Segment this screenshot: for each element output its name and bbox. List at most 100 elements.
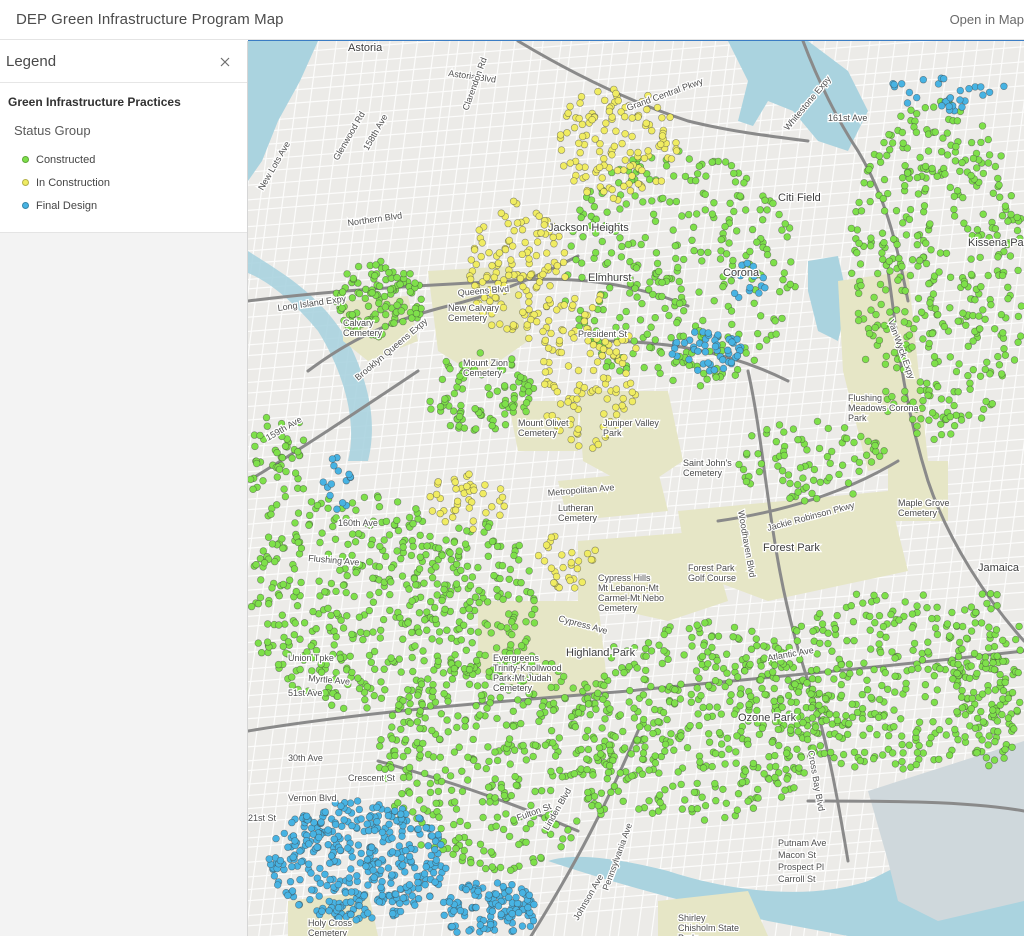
gi-point[interactable] (651, 759, 660, 767)
gi-point[interactable] (730, 710, 739, 718)
gi-point[interactable] (795, 764, 803, 772)
gi-point[interactable] (697, 691, 705, 700)
gi-point[interactable] (693, 210, 701, 218)
gi-point[interactable] (924, 391, 932, 399)
gi-point[interactable] (509, 403, 517, 411)
gi-point[interactable] (959, 193, 967, 202)
gi-point[interactable] (717, 236, 725, 244)
gi-point[interactable] (375, 898, 384, 906)
gi-point[interactable] (921, 680, 930, 689)
gi-point[interactable] (540, 557, 549, 565)
gi-point[interactable] (248, 475, 255, 484)
gi-point[interactable] (963, 225, 972, 233)
gi-point[interactable] (464, 776, 472, 784)
gi-point[interactable] (821, 694, 830, 703)
gi-point[interactable] (279, 580, 287, 589)
gi-point[interactable] (950, 192, 958, 201)
gi-point[interactable] (318, 907, 326, 915)
gi-point[interactable] (511, 772, 519, 781)
gi-point[interactable] (577, 92, 586, 101)
gi-point[interactable] (280, 485, 288, 493)
gi-point[interactable] (484, 383, 492, 392)
gi-point[interactable] (625, 662, 633, 671)
gi-point[interactable] (316, 864, 324, 873)
gi-point[interactable] (955, 638, 964, 647)
gi-point[interactable] (441, 518, 450, 526)
gi-point[interactable] (612, 403, 620, 411)
gi-point[interactable] (442, 357, 450, 366)
gi-point[interactable] (417, 841, 425, 849)
gi-point[interactable] (778, 467, 787, 475)
gi-point[interactable] (984, 159, 993, 167)
gi-point[interactable] (426, 532, 434, 541)
gi-point[interactable] (616, 367, 624, 375)
gi-point[interactable] (642, 119, 650, 127)
gi-point[interactable] (438, 375, 447, 384)
gi-point[interactable] (755, 468, 764, 476)
gi-point[interactable] (407, 824, 415, 833)
gi-point[interactable] (652, 249, 661, 257)
gi-point[interactable] (828, 647, 836, 655)
gi-point[interactable] (621, 156, 629, 164)
gi-point[interactable] (363, 855, 372, 864)
gi-point[interactable] (324, 504, 332, 512)
gi-point[interactable] (372, 261, 380, 269)
gi-point[interactable] (355, 289, 364, 298)
gi-point[interactable] (496, 863, 505, 872)
gi-point[interactable] (727, 161, 736, 170)
gi-point[interactable] (688, 642, 696, 650)
gi-point[interactable] (385, 531, 394, 539)
gi-point[interactable] (998, 271, 1007, 280)
gi-point[interactable] (809, 627, 817, 635)
gi-point[interactable] (667, 334, 675, 342)
gi-point[interactable] (455, 834, 463, 842)
gi-point[interactable] (969, 337, 977, 345)
gi-point[interactable] (368, 289, 376, 297)
gi-point[interactable] (483, 704, 491, 712)
gi-point[interactable] (249, 485, 257, 493)
gi-point[interactable] (784, 691, 793, 700)
gi-point[interactable] (694, 366, 702, 374)
gi-point[interactable] (945, 396, 953, 404)
gi-point[interactable] (718, 750, 726, 759)
gi-point[interactable] (547, 564, 556, 572)
gi-point[interactable] (606, 705, 614, 713)
gi-point[interactable] (533, 318, 541, 326)
gi-point[interactable] (512, 781, 520, 789)
gi-point[interactable] (778, 226, 786, 234)
gi-point[interactable] (688, 236, 696, 245)
gi-point[interactable] (563, 129, 571, 137)
gi-point[interactable] (502, 721, 511, 729)
gi-point[interactable] (642, 666, 650, 675)
gi-point[interactable] (427, 405, 435, 413)
gi-point[interactable] (742, 349, 750, 357)
gi-point[interactable] (431, 845, 439, 854)
gi-point[interactable] (564, 109, 572, 117)
gi-point[interactable] (879, 622, 888, 631)
gi-point[interactable] (628, 114, 636, 122)
gi-point[interactable] (476, 711, 484, 719)
gi-point[interactable] (422, 823, 430, 832)
gi-point[interactable] (845, 719, 853, 728)
gi-point[interactable] (509, 722, 518, 730)
gi-point[interactable] (653, 103, 662, 112)
gi-point[interactable] (598, 237, 606, 246)
gi-point[interactable] (771, 317, 779, 325)
gi-point[interactable] (352, 568, 360, 577)
gi-point[interactable] (998, 636, 1007, 644)
gi-point[interactable] (909, 646, 917, 654)
gi-point[interactable] (998, 212, 1007, 220)
gi-point[interactable] (898, 128, 907, 137)
gi-point[interactable] (686, 721, 694, 730)
gi-point[interactable] (680, 339, 689, 347)
gi-point[interactable] (824, 424, 832, 433)
gi-point[interactable] (590, 792, 599, 801)
close-icon[interactable] (217, 54, 233, 70)
gi-point[interactable] (919, 335, 927, 343)
gi-point[interactable] (517, 719, 525, 728)
gi-point[interactable] (606, 746, 614, 755)
gi-point[interactable] (901, 308, 909, 316)
gi-point[interactable] (923, 603, 931, 612)
gi-point[interactable] (878, 751, 887, 759)
gi-point[interactable] (560, 162, 568, 170)
